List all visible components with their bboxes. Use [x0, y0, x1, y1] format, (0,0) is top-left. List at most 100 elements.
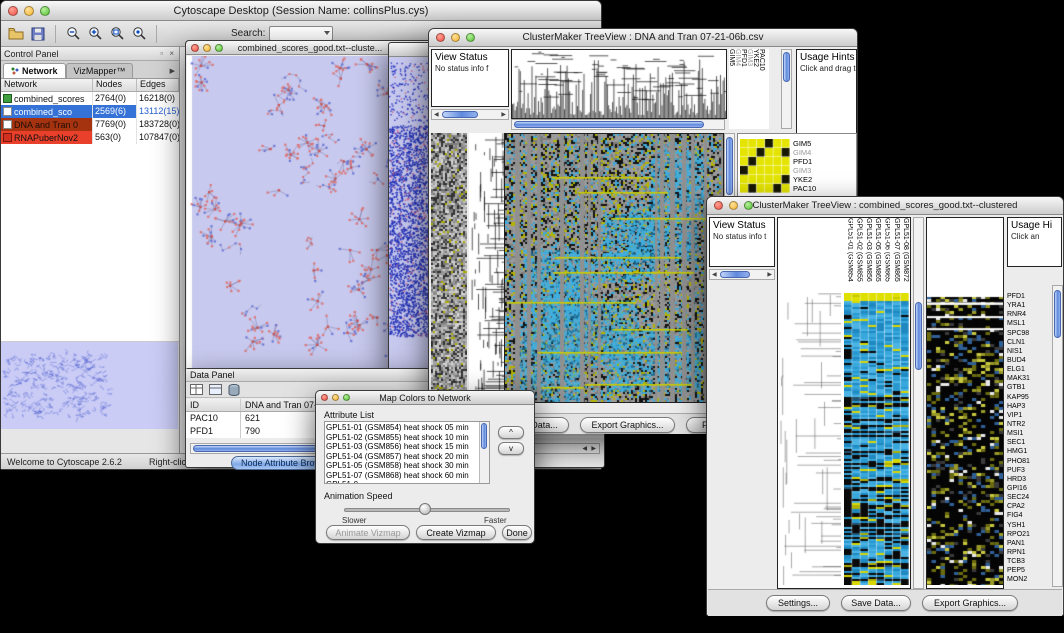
attribute-list-item[interactable]: GPL51-01 (GSM854) heat shock 05 min	[326, 423, 479, 433]
mini-scrollbar[interactable]: ◀▶	[709, 269, 775, 280]
gene-label: GPI16	[1007, 484, 1049, 493]
gene-label: GTB1	[1007, 383, 1049, 392]
combined-column-labels: GPL51-01 (GSM854GPL51-02 (GSM855GPL51-03…	[844, 218, 910, 292]
close-button[interactable]	[321, 394, 328, 401]
settings-button[interactable]: Settings...	[766, 595, 830, 611]
close-button[interactable]	[436, 33, 445, 42]
gene-label: SEC1	[1007, 438, 1049, 447]
tab-vizmapper[interactable]: VizMapper™	[66, 63, 134, 78]
correlation-matrix[interactable]	[740, 139, 790, 193]
vertical-scrollbar[interactable]	[781, 49, 792, 129]
attribute-list-item[interactable]: GPL51-07 (GSM868) heat shock 60 min	[326, 471, 479, 481]
attribute-list-item[interactable]: GPL51-02 (GSM855) heat shock 10 min	[326, 433, 479, 443]
dialog-titlebar[interactable]: Map Colors to Network	[316, 391, 534, 405]
slower-label: Slower	[342, 516, 366, 525]
zoom-in-icon[interactable]	[86, 25, 104, 43]
treeview-dna-titlebar[interactable]: ClusterMaker TreeView : DNA and Tran 07-…	[429, 29, 857, 47]
network-overview[interactable]	[1, 342, 178, 429]
minimize-button[interactable]	[451, 33, 460, 42]
gene-label: MON2	[1007, 575, 1049, 584]
toolbar-separator	[55, 25, 56, 43]
matrix-row-label: GIM5	[793, 139, 816, 148]
horizontal-scrollbar[interactable]	[511, 119, 725, 130]
attribute-list[interactable]: GPL51-01 (GSM854) heat shock 05 minGPL51…	[324, 421, 490, 484]
gene-label: PFD1	[1007, 292, 1049, 301]
minimize-button[interactable]	[203, 44, 211, 52]
treeview-combined-title: ClusterMaker TreeView : combined_scores_…	[707, 200, 1063, 211]
tab-network[interactable]: Network	[3, 63, 66, 78]
heatmap[interactable]	[504, 133, 724, 403]
gene-label: CPA2	[1007, 502, 1049, 511]
network-row[interactable]: combined_sco2569(6)13112(15)	[1, 105, 179, 118]
export-graphics-button[interactable]: Export Graphics...	[580, 417, 675, 433]
column-label: GPL51-08 (GSM872	[900, 218, 909, 292]
network-row[interactable]: combined_scores2764(0)16218(0)	[1, 92, 179, 105]
network-row[interactable]: RNAPuberNov2563(0)107847(0)	[1, 131, 179, 144]
network-row[interactable]: DNA and Tran 07769(0)183728(0)	[1, 118, 179, 131]
animation-speed-slider[interactable]	[419, 503, 431, 515]
attribute-list-item[interactable]: GPL51-0	[326, 480, 479, 483]
close-button[interactable]	[714, 201, 723, 210]
minimize-button[interactable]	[729, 201, 738, 210]
done-button[interactable]: Done	[502, 525, 532, 540]
column-label: GPL51-05 (GSM865	[872, 218, 881, 292]
matrix-row-label: GIM3	[793, 166, 816, 175]
global-view-strip[interactable]	[431, 133, 467, 401]
zoom-button[interactable]	[40, 6, 50, 16]
move-up-button[interactable]: ^	[498, 426, 524, 439]
move-down-button[interactable]: v	[498, 442, 524, 455]
zoom-fit-icon[interactable]	[108, 25, 126, 43]
faster-label: Faster	[484, 516, 507, 525]
column-label: GPL51-02 (GSM855	[853, 218, 862, 292]
zoom-selected-icon[interactable]	[130, 25, 148, 43]
table-icon[interactable]	[190, 384, 203, 395]
minimize-button[interactable]	[332, 394, 339, 401]
attribute-list-item[interactable]: GPL51-05 (GSM858) heat shock 30 min	[326, 461, 479, 471]
database-icon[interactable]	[228, 384, 240, 396]
column-label: GPL51-03 (GSM856	[863, 218, 872, 292]
panel-float-close-icons[interactable]: ▫ ×	[160, 49, 176, 58]
vertical-scrollbar[interactable]	[913, 217, 924, 589]
secondary-heatmap[interactable]	[927, 293, 1003, 585]
column-dendrogram[interactable]	[511, 49, 727, 119]
create-vizmap-button[interactable]: Create Vizmap	[416, 525, 496, 540]
gene-dendrogram[interactable]	[779, 293, 841, 585]
gene-label: FIG4	[1007, 511, 1049, 520]
treeview-combined-buttonbar: Settings... Save Data... Export Graphics…	[708, 589, 1062, 616]
zoom-button[interactable]	[744, 201, 753, 210]
zoom-out-icon[interactable]	[64, 25, 82, 43]
map-colors-dialog: Map Colors to Network Attribute List GPL…	[315, 390, 535, 544]
gene-label: PUF3	[1007, 466, 1049, 475]
dropdown-arrow-icon	[324, 31, 330, 35]
open-folder-icon[interactable]	[7, 25, 25, 43]
zoom-button[interactable]	[343, 394, 350, 401]
zoom-button[interactable]	[215, 44, 223, 52]
close-button[interactable]	[8, 6, 18, 16]
gene-label: SEC24	[1007, 493, 1049, 502]
main-titlebar[interactable]: Cytoscape Desktop (Session Name: collins…	[1, 1, 601, 21]
vertical-scrollbar[interactable]	[1052, 285, 1063, 587]
usage-hints-panel: Usage Hints Click and drag to	[796, 49, 857, 134]
zoom-button[interactable]	[466, 33, 475, 42]
save-data-button[interactable]: Save Data...	[841, 595, 911, 611]
minimize-button[interactable]	[24, 6, 34, 16]
dna-matrix-labels: GIM5GIM4PFD1GIM3YKE2PAC10	[793, 139, 816, 193]
save-icon[interactable]	[29, 25, 47, 43]
select-attributes-icon[interactable]	[209, 384, 222, 395]
heatmap[interactable]	[844, 293, 909, 585]
gene-label: SPC98	[1007, 329, 1049, 338]
attribute-list-item[interactable]: GPL51-04 (GSM857) heat shock 20 min	[326, 452, 479, 462]
gene-label: KAP95	[1007, 393, 1049, 402]
search-input[interactable]	[269, 26, 333, 41]
gene-label: TCB3	[1007, 557, 1049, 566]
export-graphics-button[interactable]: Export Graphics...	[922, 595, 1018, 611]
attribute-list-item[interactable]: GPL51-03 (GSM856) heat shock 15 min	[326, 442, 479, 452]
mini-scrollbar[interactable]: ◀▶	[431, 109, 509, 120]
treeview-combined-titlebar[interactable]: ClusterMaker TreeView : combined_scores_…	[707, 197, 1063, 215]
animation-speed-label: Animation Speed	[324, 491, 393, 501]
close-button[interactable]	[191, 44, 199, 52]
list-scrollbar[interactable]	[479, 422, 489, 483]
network-type-icon	[3, 107, 12, 116]
control-panel: Control Panel ▫ × Network VizMapper™ ▶ N…	[1, 47, 180, 453]
tab-overflow-arrow[interactable]: ▶	[170, 67, 179, 78]
